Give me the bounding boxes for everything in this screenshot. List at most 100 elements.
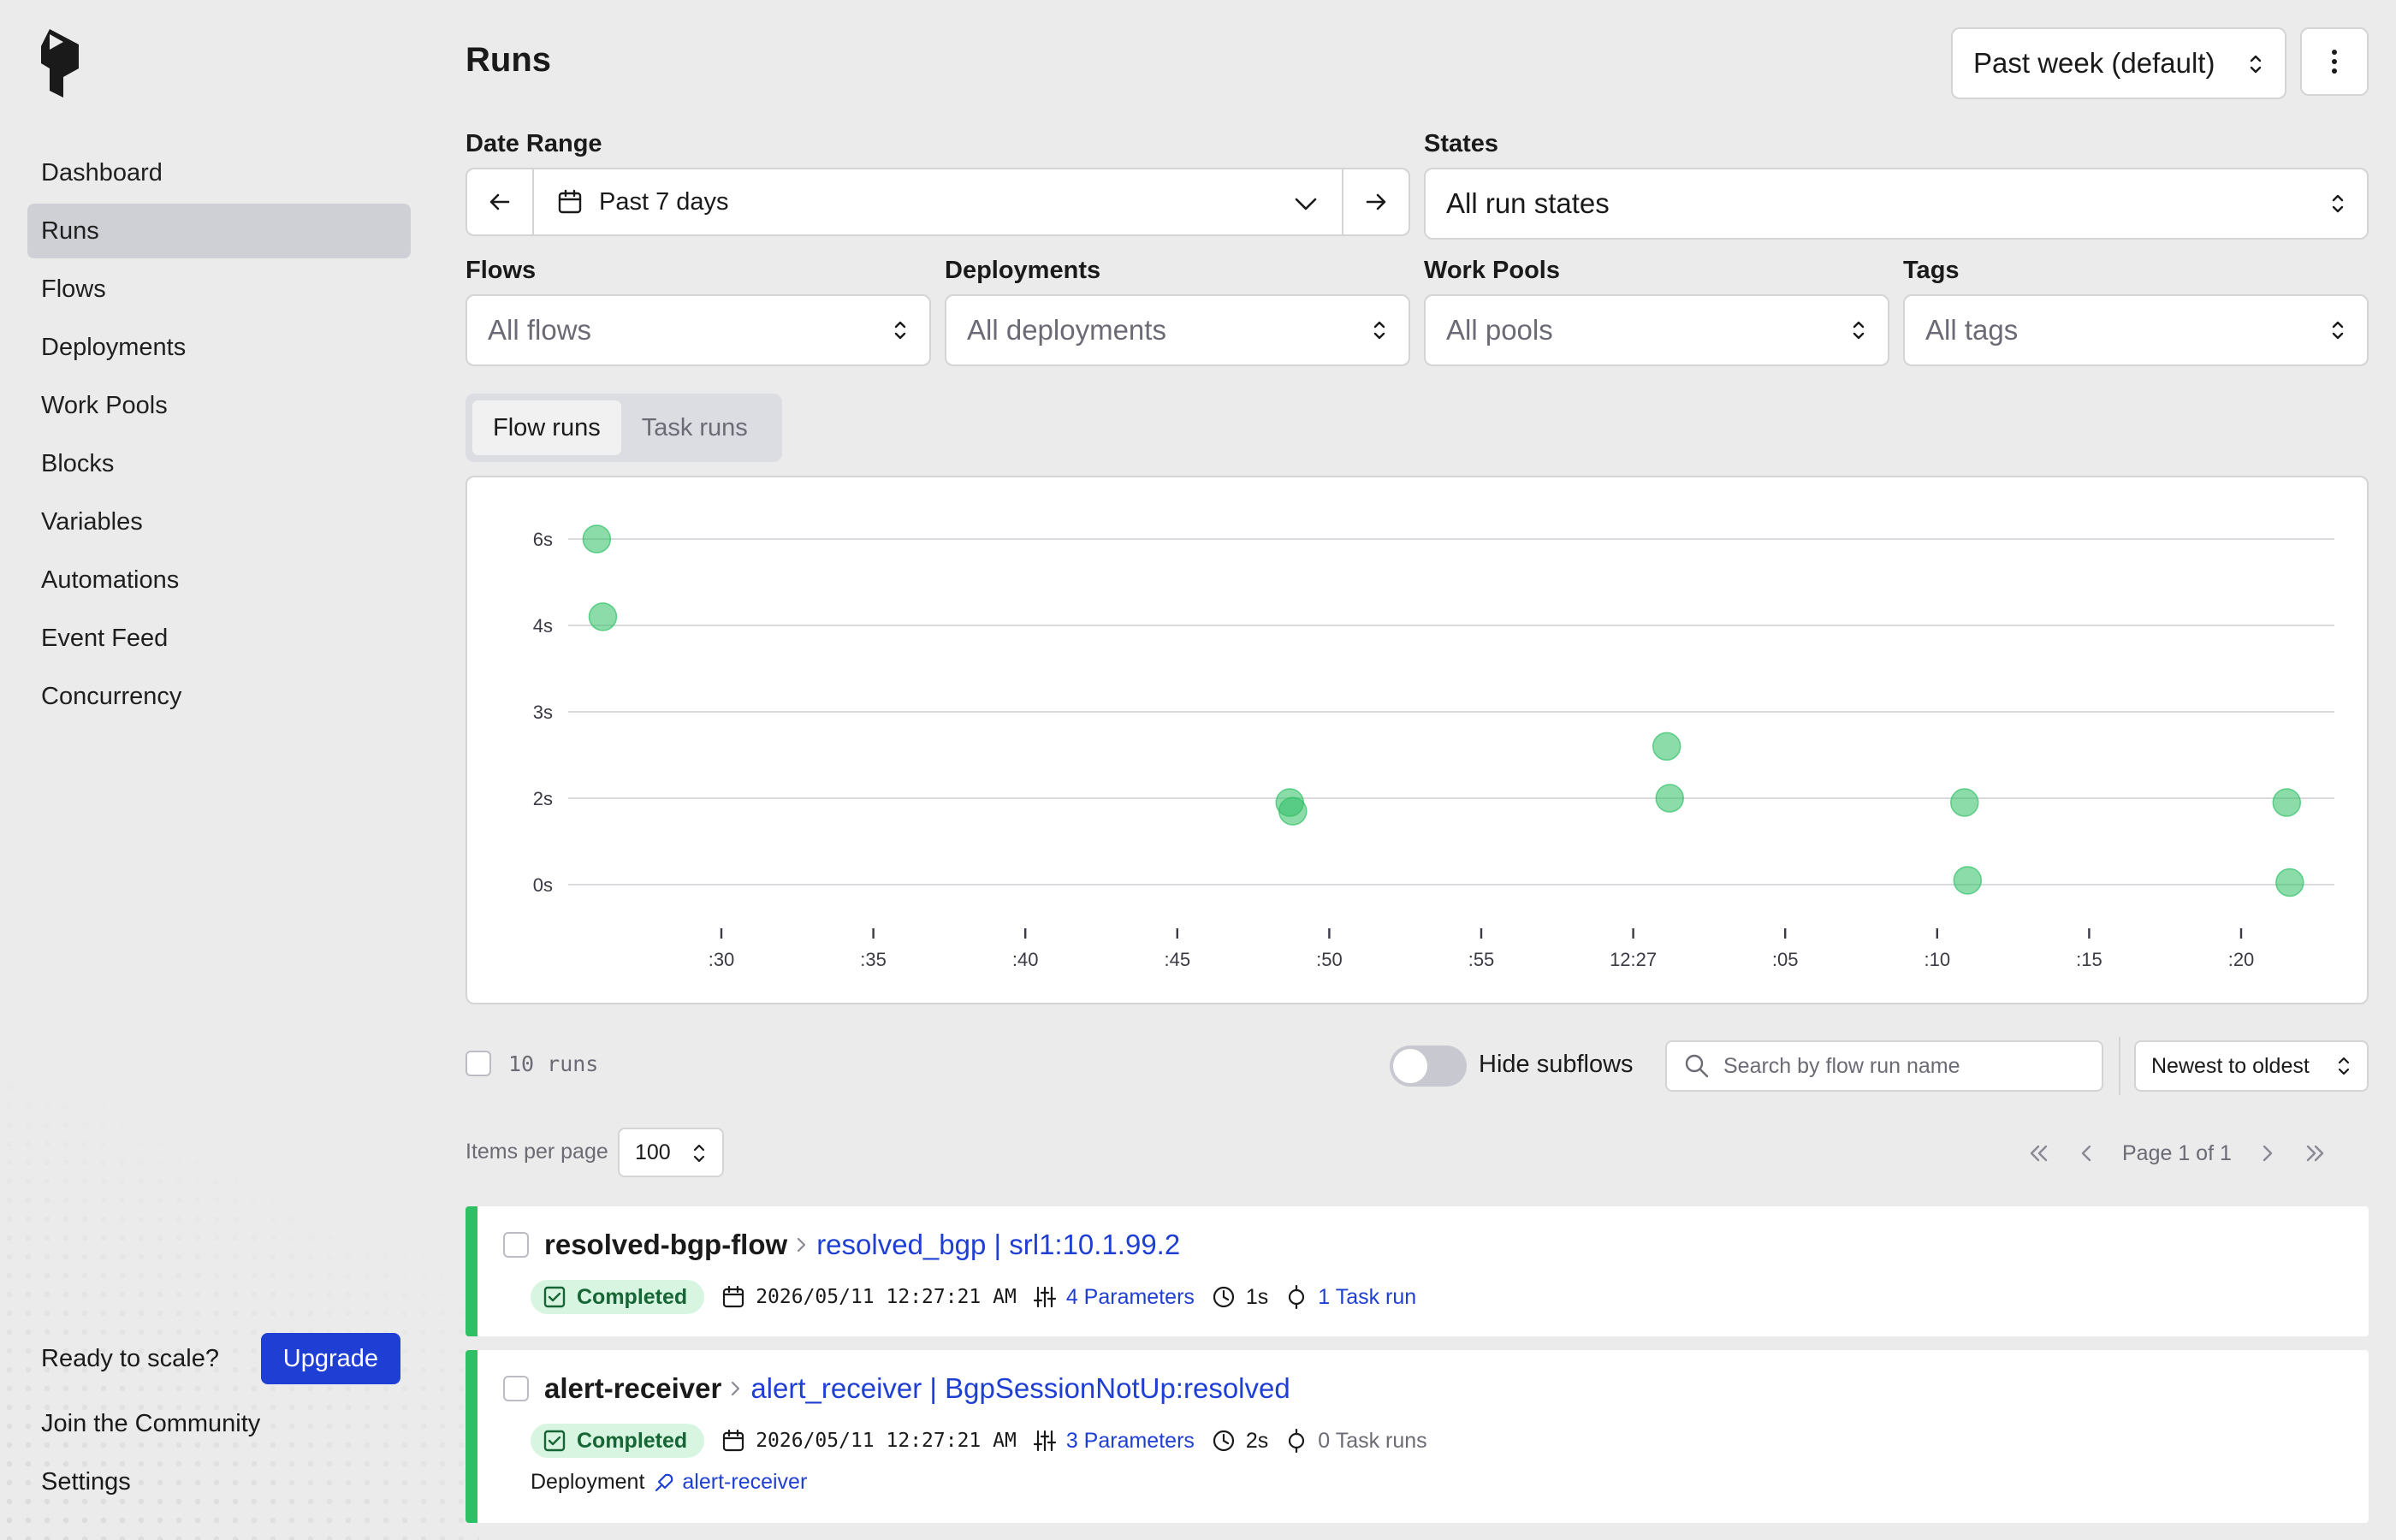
scale-text: Ready to scale? <box>41 1344 219 1372</box>
run-list-item[interactable]: alert-receiver alert_receiver | BgpSessi… <box>466 1350 2369 1523</box>
run-dot <box>1652 732 1681 761</box>
sidebar-item-blocks[interactable]: Blocks <box>27 436 411 491</box>
flows-label: Flows <box>466 257 537 284</box>
date-range-picker: Past 7 days <box>466 168 1410 236</box>
sidebar-item-event-feed[interactable]: Event Feed <box>27 611 411 666</box>
toggle-knob <box>1393 1049 1427 1083</box>
parameters-link[interactable]: 3 Parameters <box>1066 1429 1195 1454</box>
flow-name[interactable]: resolved-bgp-flow <box>544 1229 787 1261</box>
select-updown-icon <box>2332 194 2344 213</box>
first-page-button[interactable] <box>2014 1129 2062 1177</box>
run-dot <box>1953 866 1983 895</box>
prev-page-button[interactable] <box>2062 1129 2110 1177</box>
y-tick-label: 4s <box>533 615 553 637</box>
upgrade-prompt: Ready to scale? Upgrade <box>41 1331 400 1386</box>
chart-plot: 6s 4s 3s 2s 0s:30:35:40:45:50:55 12:27:05:10:… <box>533 524 2334 970</box>
sidebar-item-deployments[interactable]: Deployments <box>27 320 411 375</box>
tags-select[interactable]: All tags <box>1903 294 2369 366</box>
run-start-time: 2026/05/11 12:27:21 AM <box>721 1429 1017 1453</box>
y-tick-label: 0s <box>533 874 553 896</box>
sidebar-item-automations[interactable]: Automations <box>27 553 411 607</box>
time-range-select[interactable]: Past week (default) <box>1951 27 2286 99</box>
deployment-name[interactable]: alert-receiver <box>682 1470 807 1495</box>
tab-flow-runs[interactable]: Flow runs <box>472 400 621 455</box>
check-square-icon <box>543 1430 566 1452</box>
run-dot <box>588 602 618 631</box>
deployments-label: Deployments <box>945 257 1101 284</box>
next-page-button[interactable] <box>2244 1129 2292 1177</box>
work-pools-select[interactable]: All pools <box>1424 294 1889 366</box>
join-community-link[interactable]: Join the Community <box>41 1395 400 1453</box>
run-checkbox[interactable] <box>503 1376 529 1401</box>
chevron-right-icon <box>2263 1145 2273 1162</box>
run-meta: Completed 2026/05/11 12:27:21 AM 3 Param… <box>531 1424 1427 1458</box>
sidebar-item-runs[interactable]: Runs <box>27 204 411 258</box>
sliders-icon <box>1033 1286 1056 1308</box>
state-badge: Completed <box>531 1424 705 1458</box>
sidebar-item-variables[interactable]: Variables <box>27 495 411 549</box>
state-badge: Completed <box>531 1280 705 1314</box>
settings-link[interactable]: Settings <box>41 1453 400 1511</box>
prefect-logo-icon[interactable] <box>41 29 86 98</box>
states-select[interactable]: All run states <box>1424 168 2369 240</box>
chevron-down-icon <box>1295 198 1317 210</box>
timestamp: 2026/05/11 12:27:21 AM <box>756 1430 1017 1452</box>
calendar-icon <box>723 1285 744 1308</box>
x-tick-label: :35 <box>860 949 887 970</box>
select-all-checkbox[interactable] <box>466 1051 491 1076</box>
run-header: alert-receiver alert_receiver | BgpSessi… <box>503 1372 1290 1405</box>
date-range-value: Past 7 days <box>599 187 729 216</box>
search-input[interactable] <box>1723 1053 2100 1079</box>
date-range-next-button[interactable] <box>1342 169 1409 234</box>
task-run-icon <box>1289 1284 1305 1310</box>
upgrade-button[interactable]: Upgrade <box>260 1333 400 1384</box>
chevrons-right-icon <box>2306 1145 2324 1162</box>
x-tick-label: :55 <box>1468 949 1495 970</box>
flows-value: All flows <box>488 314 592 346</box>
state-label: Completed <box>577 1428 688 1453</box>
deployment-link[interactable]: alert-receiver <box>653 1470 807 1495</box>
calendar-icon <box>558 189 582 214</box>
x-tick-label: :40 <box>1012 949 1039 970</box>
sidebar-item-dashboard[interactable]: Dashboard <box>27 145 411 200</box>
run-parameters[interactable]: 3 Parameters <box>1033 1429 1195 1454</box>
parameters-link[interactable]: 4 Parameters <box>1066 1285 1195 1310</box>
flow-name[interactable]: alert-receiver <box>544 1372 721 1405</box>
hide-subflows-label: Hide subflows <box>1479 1051 1634 1078</box>
duration: 2s <box>1245 1428 1269 1453</box>
date-range-prev-button[interactable] <box>467 169 534 234</box>
run-checkbox[interactable] <box>503 1232 529 1258</box>
task-runs-link[interactable]: 1 Task run <box>1318 1285 1416 1310</box>
deployments-value: All deployments <box>967 314 1166 346</box>
chevrons-left-icon <box>2030 1145 2048 1162</box>
sidebar-item-work-pools[interactable]: Work Pools <box>27 378 411 433</box>
run-list-item[interactable]: resolved-bgp-flow resolved_bgp | srl1:10… <box>466 1206 2369 1336</box>
x-tick-label: :50 <box>1316 949 1343 970</box>
select-updown-icon <box>2250 55 2262 74</box>
run-type-tabs: Flow runs Task runs <box>466 394 782 462</box>
sort-select[interactable]: Newest to oldest <box>2134 1040 2369 1092</box>
sidebar-item-concurrency[interactable]: Concurrency <box>27 669 411 724</box>
hide-subflows-toggle[interactable] <box>1390 1045 1467 1087</box>
x-tick-label: :15 <box>2076 949 2102 970</box>
states-label: States <box>1424 130 1499 157</box>
select-updown-icon <box>693 1144 705 1163</box>
more-options-button[interactable] <box>2300 27 2369 96</box>
deployments-select[interactable]: All deployments <box>945 294 1410 366</box>
x-tick-label: :20 <box>2228 949 2255 970</box>
last-page-button[interactable] <box>2292 1129 2340 1177</box>
flow-run-name[interactable]: resolved_bgp | srl1:10.1.99.2 <box>816 1229 1180 1261</box>
arrow-right-icon <box>1366 193 1386 210</box>
run-meta: Completed 2026/05/11 12:27:21 AM 4 Param… <box>531 1280 1416 1314</box>
date-range-select[interactable]: Past 7 days <box>534 169 1342 234</box>
arrow-left-icon <box>489 193 510 210</box>
tab-task-runs[interactable]: Task runs <box>621 400 768 455</box>
flow-run-name[interactable]: alert_receiver | BgpSessionNotUp:resolve… <box>750 1372 1290 1405</box>
sidebar-item-flows[interactable]: Flows <box>27 262 411 317</box>
run-task-runs[interactable]: 1 Task run <box>1285 1284 1416 1310</box>
items-per-page-select[interactable]: 100 <box>618 1128 724 1177</box>
run-duration: 2s <box>1212 1429 1268 1454</box>
run-parameters[interactable]: 4 Parameters <box>1033 1285 1195 1310</box>
flows-select[interactable]: All flows <box>466 294 931 366</box>
sidebar: Dashboard Runs Flows Deployments Work Po… <box>0 0 479 1540</box>
